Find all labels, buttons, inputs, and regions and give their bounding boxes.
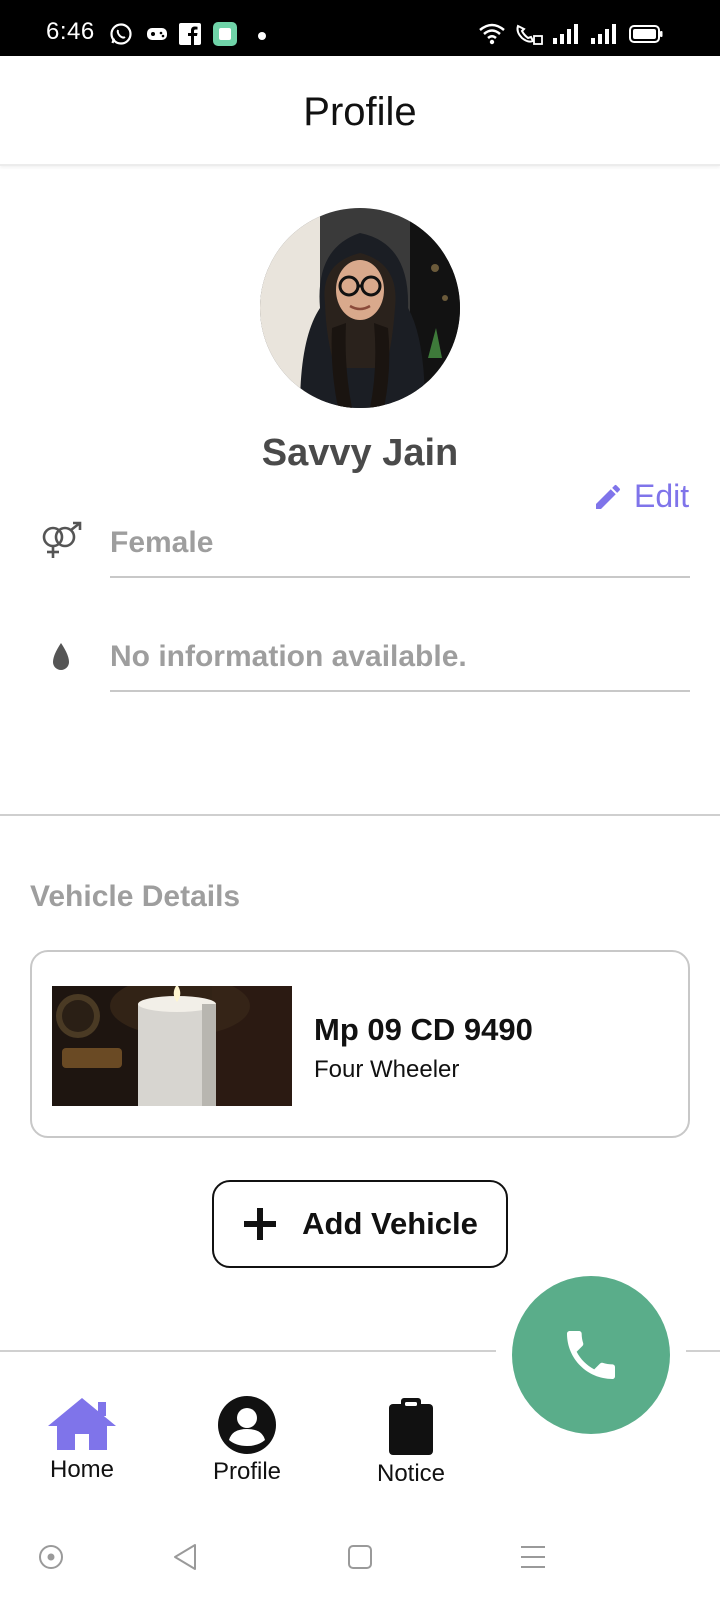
wifi-icon — [478, 22, 506, 46]
status-bar: 6:46 — [0, 0, 720, 56]
nav-notice[interactable]: Notice — [346, 1396, 476, 1492]
facebook-icon — [178, 22, 202, 46]
edit-label: Edit — [634, 478, 690, 514]
wifi-calling-icon — [514, 22, 544, 46]
assist-icon[interactable] — [34, 1540, 68, 1574]
blood-group-value: No information available. — [110, 640, 467, 673]
add-vehicle-button[interactable]: Add Vehicle — [212, 1180, 508, 1268]
bottom-nav-divider — [686, 1350, 720, 1352]
account-circle-icon — [218, 1396, 276, 1454]
edit-profile-button[interactable]: Edit — [592, 478, 689, 515]
nav-profile[interactable]: Profile — [182, 1396, 312, 1492]
home-icon — [46, 1396, 118, 1452]
avatar — [260, 208, 460, 408]
gamepad-icon — [144, 22, 170, 46]
vehicle-type: Four Wheeler — [314, 1056, 460, 1083]
call-button[interactable] — [512, 1276, 670, 1434]
app-icon — [212, 22, 238, 46]
system-nav-bar — [0, 1512, 720, 1600]
plus-icon — [242, 1206, 278, 1242]
blood-group-field: No information available. — [0, 632, 720, 712]
nav-label-home: Home — [49, 1456, 115, 1483]
divider — [110, 576, 690, 578]
app-bar: Profile — [0, 56, 720, 166]
battery-icon — [628, 22, 664, 46]
gender-value: Female — [110, 526, 214, 559]
divider — [110, 690, 690, 692]
home-square-icon[interactable] — [343, 1540, 377, 1574]
nav-label-profile: Profile — [212, 1458, 282, 1485]
blood-drop-icon — [38, 634, 84, 680]
vehicle-plate: Mp 09 CD 9490 — [314, 1012, 533, 1047]
gender-field: Female — [0, 518, 720, 598]
clipboard-icon — [386, 1396, 436, 1456]
signal-icon — [552, 22, 580, 46]
gender-icon — [38, 518, 84, 564]
nav-label-notice: Notice — [376, 1460, 446, 1487]
bottom-nav-divider — [0, 1350, 496, 1352]
profile-name: Savvy Jain — [261, 432, 459, 474]
whatsapp-icon — [108, 22, 134, 46]
pencil-icon — [592, 481, 624, 513]
status-time: 6:46 — [46, 18, 95, 45]
vehicle-card[interactable]: Mp 09 CD 9490 Four Wheeler — [30, 950, 690, 1138]
vehicle-image — [52, 986, 292, 1106]
section-divider — [0, 814, 720, 816]
notification-dot — [258, 32, 266, 40]
nav-home[interactable]: Home — [17, 1396, 147, 1492]
add-vehicle-label: Add Vehicle — [302, 1206, 478, 1241]
phone-icon — [559, 1323, 623, 1387]
page-title: Profile — [303, 90, 417, 134]
signal-icon — [590, 22, 618, 46]
menu-icon[interactable] — [516, 1540, 550, 1574]
vehicle-details-heading: Vehicle Details — [30, 880, 241, 913]
back-icon[interactable] — [168, 1540, 202, 1574]
